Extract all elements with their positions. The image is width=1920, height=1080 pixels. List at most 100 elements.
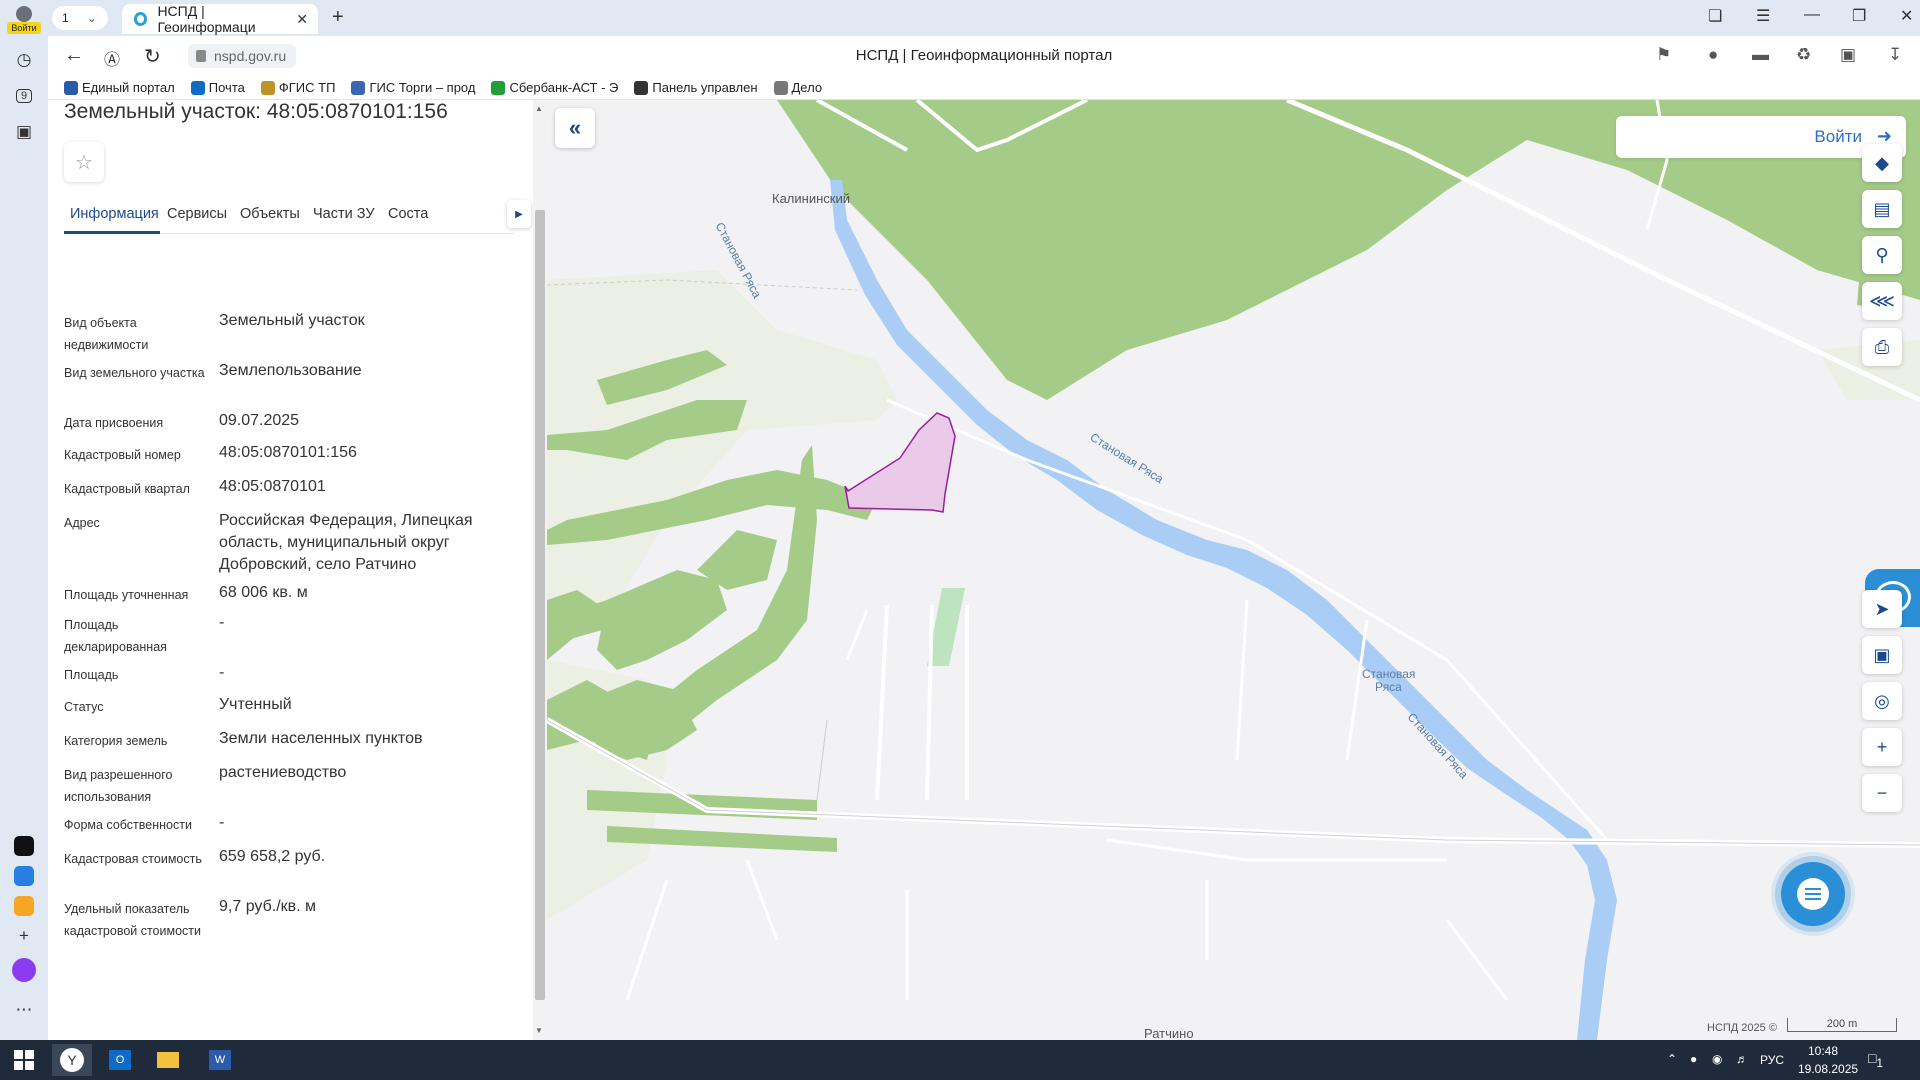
tab-count: 1 (62, 11, 69, 25)
close-window-icon[interactable]: ✕ (1900, 6, 1913, 26)
file-explorer-taskbar-icon[interactable] (148, 1044, 188, 1076)
info-row-value: Учтенный (219, 696, 292, 713)
bookmarks-manager-icon[interactable]: ❏ (1708, 6, 1722, 26)
geolocation-button[interactable]: ◎ (1862, 682, 1902, 720)
volume-icon[interactable]: ♬ (1736, 1052, 1748, 1066)
info-row-label: Адрес (64, 516, 100, 530)
screenshot-icon[interactable]: ▣ (8, 116, 40, 148)
extension-icon[interactable]: ● (1708, 45, 1718, 65)
info-row-value: Землепользование (219, 362, 362, 379)
tray-chevron-icon[interactable]: ⌃ (1667, 1052, 1677, 1066)
reload-icon[interactable]: ↻ (144, 44, 161, 69)
menu-icon[interactable]: ☰ (1756, 6, 1770, 26)
clock-date[interactable]: 19.08.2025 (1798, 1062, 1858, 1076)
map-scale: 200 m (1787, 1018, 1897, 1032)
app-icon-2[interactable] (8, 860, 40, 892)
alice-icon[interactable] (8, 954, 40, 986)
ruler-icon: ▤ (1873, 198, 1891, 219)
account-button[interactable]: Войти (6, 4, 42, 34)
history-icon[interactable]: ◷ (8, 44, 40, 76)
parcel-polygon[interactable] (844, 412, 956, 513)
tab-parts[interactable]: Части ЗУ (313, 206, 375, 222)
browser-sidebar: Войти ◷ 9 ▣ + ⋯ (0, 0, 48, 1040)
network-icon[interactable]: ◉ (1712, 1052, 1722, 1066)
bookmark-item[interactable]: Панель управлен (634, 80, 758, 95)
document-icon (773, 80, 788, 95)
collapse-panel-button[interactable]: « (555, 108, 595, 148)
tab-title: НСПД | Геоинформаци (157, 3, 256, 35)
map-view[interactable]: Калининский Ратчино Становая Ряса Станов… (547, 100, 1920, 1040)
info-row-label: Удельный показатель кадастровой стоимост… (64, 902, 201, 938)
locate-button[interactable]: ➤ (1862, 590, 1902, 628)
print-button[interactable]: ⎙ (1862, 328, 1902, 366)
bookmark-label: Почта (208, 80, 245, 95)
windows-start-icon[interactable] (4, 1044, 44, 1076)
info-row-value: Российская Федерация, Липецкая область, … (219, 512, 473, 573)
yandex-browser-taskbar-icon[interactable]: Y (52, 1044, 92, 1076)
microphone-icon[interactable]: ● (1690, 1052, 1697, 1066)
layers-button[interactable]: ◆ (1862, 144, 1902, 182)
info-row-label: Вид объекта недвижимости (64, 316, 149, 352)
add-icon[interactable]: + (8, 920, 40, 952)
info-row-label: Форма собственности (64, 818, 192, 832)
tab-information[interactable]: Информация (70, 206, 159, 222)
ruler-button[interactable]: ▤ (1862, 190, 1902, 228)
gov-portal-icon (64, 80, 78, 95)
tab-composition[interactable]: Соста (388, 206, 428, 222)
scrollbar-thumb[interactable] (535, 210, 545, 1000)
bookmark-item[interactable]: ГИС Торги – прод (351, 80, 475, 95)
info-row-value: - (219, 814, 225, 831)
bookmark-item[interactable]: Сбербанк-АСТ - Э (491, 80, 618, 95)
map-canvas[interactable] (547, 100, 1920, 1040)
minimap-icon: ▣ (1873, 644, 1891, 665)
bookmark-item[interactable]: Почта (190, 80, 245, 95)
mail-app-icon[interactable] (8, 890, 40, 922)
tabs-scroll-right-icon[interactable]: ▶ (507, 200, 531, 228)
language-indicator[interactable]: РУС (1760, 1053, 1784, 1067)
outlook-taskbar-icon[interactable]: O (100, 1044, 140, 1076)
scroll-up-icon[interactable]: ▲ (535, 104, 543, 113)
favorite-star-icon[interactable]: ☆ (64, 142, 104, 182)
yandex-icon[interactable]: Ⓐ (104, 46, 120, 70)
map-label-kalininsky: Калининский (772, 191, 850, 206)
tab-active[interactable]: НСПД | Геоинформаци ✕ (122, 3, 318, 35)
tab-services[interactable]: Сервисы (167, 206, 227, 222)
tab-bar: 1 ⌄ НСПД | Геоинформаци ✕ + ❏ ☰ — ❐ ✕ (48, 0, 1920, 36)
download-icon[interactable]: ↧ (1888, 45, 1902, 65)
url-field[interactable]: nspd.gov.ru (188, 44, 297, 68)
extensions-icon[interactable]: ♻ (1796, 45, 1811, 65)
tab-count-button[interactable]: 1 ⌄ (52, 6, 108, 30)
map-copyright: НСПД 2025 © (1707, 1022, 1777, 1034)
panel-scrollbar[interactable]: ▲ ▼ (533, 100, 547, 1040)
bookmark-item[interactable]: Единый портал (64, 80, 175, 95)
app-icon-1[interactable] (8, 830, 40, 862)
info-row-label: Кадастровый номер (64, 448, 181, 462)
tab-objects[interactable]: Объекты (240, 206, 300, 222)
new-tab-button[interactable]: + (332, 6, 344, 29)
bookmark-icon[interactable]: ⚑ (1656, 45, 1671, 65)
scroll-down-icon[interactable]: ▼ (535, 1026, 543, 1035)
vpn-icon[interactable]: ▬ (1752, 45, 1769, 65)
zoom-out-button[interactable]: − (1862, 774, 1902, 812)
map-label-ratchino: Ратчино (1144, 1026, 1194, 1040)
zoom-in-button[interactable]: + (1862, 728, 1902, 766)
more-icon[interactable]: ⋯ (8, 994, 40, 1026)
back-icon[interactable]: ← (64, 44, 84, 67)
info-row-value: 9,7 руб./кв. м (219, 898, 317, 915)
bookmark-item[interactable]: ФГИС ТП (260, 80, 335, 95)
close-tab-icon[interactable]: ✕ (296, 11, 308, 28)
clock-time[interactable]: 10:48 (1808, 1044, 1838, 1058)
bookmark-item[interactable]: Дело (773, 80, 822, 95)
word-taskbar-icon[interactable]: W (200, 1044, 240, 1076)
share-button[interactable]: ⋘ (1862, 282, 1902, 320)
info-row-value: 09.07.2025 (219, 412, 300, 429)
notifications-icon[interactable]: □1 (1868, 1050, 1883, 1070)
login-label: Войти (1814, 127, 1862, 146)
tabs-counter-icon[interactable]: 9 (8, 80, 40, 112)
minimize-icon[interactable]: — (1804, 6, 1820, 24)
restore-icon[interactable]: ❐ (1852, 6, 1866, 26)
select-area-button[interactable]: ⚲ (1862, 236, 1902, 274)
chat-button[interactable] (1781, 862, 1845, 926)
profile-ext-icon[interactable]: ▣ (1840, 45, 1856, 65)
minimap-button[interactable]: ▣ (1862, 636, 1902, 674)
